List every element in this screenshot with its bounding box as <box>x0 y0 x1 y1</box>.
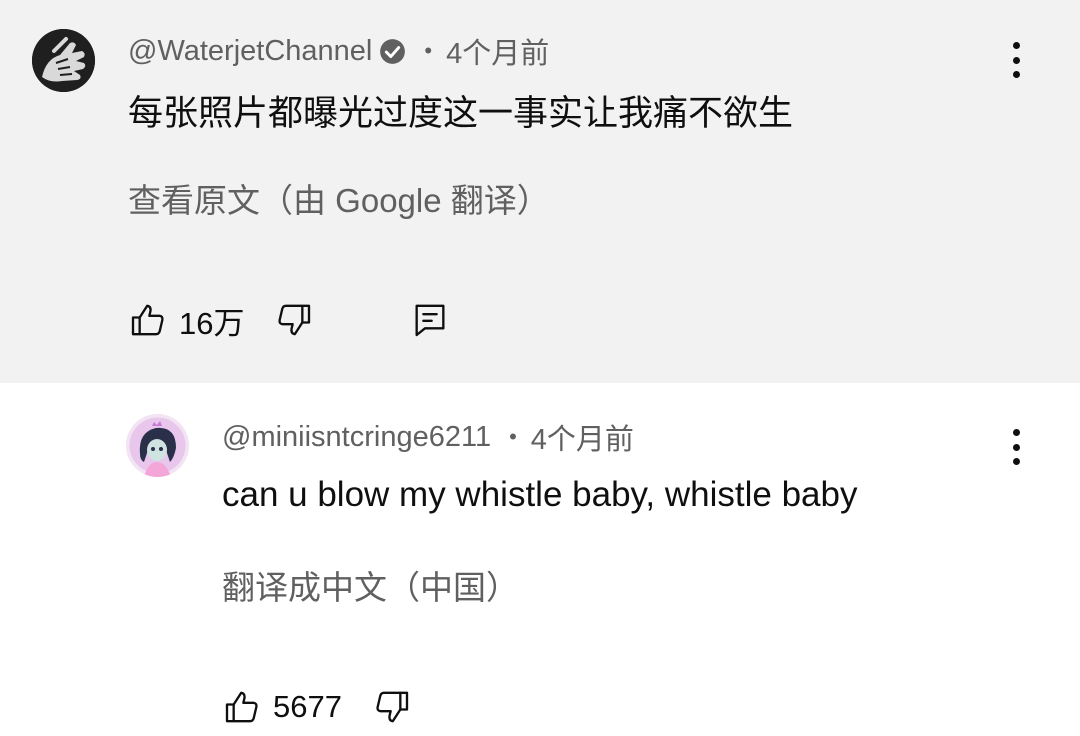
comment-text: can u blow my whistle baby, whistle baby <box>222 475 858 514</box>
thumbs-down-icon[interactable] <box>274 300 314 340</box>
avatar[interactable] <box>32 29 95 92</box>
username[interactable]: @miniisntcringe6211 <box>222 421 491 454</box>
comment-actions: 16万 <box>128 298 450 342</box>
comment-text: 每张照片都曝光过度这一事实让我痛不欲生 <box>128 94 794 133</box>
username[interactable]: @WaterjetChannel <box>128 35 372 68</box>
separator-dot: • <box>509 424 517 449</box>
like-count: 5677 <box>273 689 342 724</box>
comment-item: @WaterjetChannel • 4个月前 每张照片都曝光过度这一事实让我痛… <box>0 0 1080 383</box>
avatar[interactable] <box>126 414 189 477</box>
comment-actions: 5677 <box>222 685 412 729</box>
comment-meta: @WaterjetChannel • 4个月前 <box>128 30 549 72</box>
thumbs-up-icon[interactable] <box>222 687 262 727</box>
kebab-menu-icon[interactable] <box>1002 40 1030 80</box>
verified-check-icon <box>379 38 406 65</box>
timestamp: 4个月前 <box>446 38 550 70</box>
translate-link[interactable]: 翻译成中文（中国） <box>222 561 519 609</box>
kebab-menu-icon[interactable] <box>1002 427 1030 467</box>
reply-item: @miniisntcringe6211 • 4个月前 can u blow my… <box>0 383 1080 736</box>
comment-reply-icon[interactable] <box>410 300 450 340</box>
anime-character-avatar-icon <box>126 414 189 477</box>
translate-link[interactable]: 查看原文（由 Google 翻译） <box>128 174 550 222</box>
like-count: 16万 <box>179 305 245 341</box>
thumbs-down-icon[interactable] <box>372 687 412 727</box>
thumbs-up-icon[interactable] <box>128 300 168 340</box>
fist-avatar-icon <box>32 29 95 92</box>
comment-meta: @miniisntcringe6211 • 4个月前 <box>222 416 634 458</box>
separator-dot: • <box>424 38 433 63</box>
timestamp: 4个月前 <box>530 424 634 456</box>
